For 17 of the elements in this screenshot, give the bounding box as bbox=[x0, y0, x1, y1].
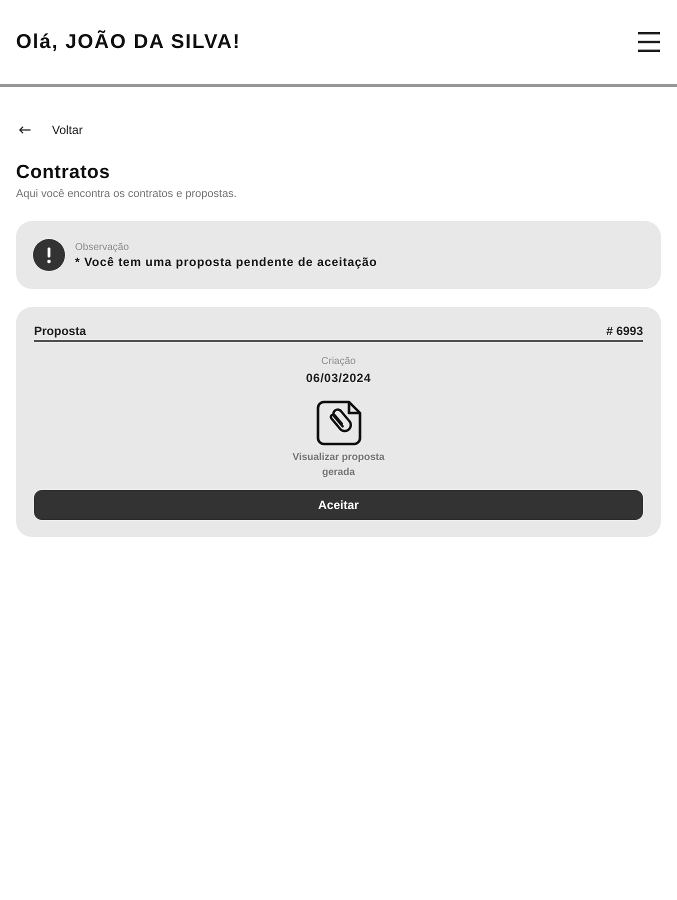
page-subtitle: Aqui você encontra os contratos e propostas. bbox=[16, 187, 238, 201]
date-label: Criação bbox=[321, 355, 356, 368]
notice-label: Observação bbox=[75, 240, 130, 254]
paperclip-document-icon bbox=[316, 400, 362, 446]
menu-icon bbox=[638, 31, 660, 53]
exclamation-icon bbox=[33, 239, 65, 271]
menu-button[interactable] bbox=[638, 31, 660, 53]
back-arrow-icon bbox=[19, 126, 31, 134]
back-link[interactable]: Voltar bbox=[16, 123, 83, 137]
notice-message: * Você tem uma proposta pendente de aceitação bbox=[75, 254, 378, 270]
date-value: 06/03/2024 bbox=[306, 371, 372, 386]
greeting-title: Olá, JOÃO DA SILVA! bbox=[16, 30, 241, 54]
proposal-number: # 6993 bbox=[606, 324, 643, 339]
proposal-title: Proposta bbox=[34, 324, 86, 339]
document-link[interactable]: Visualizar proposta gerada bbox=[282, 400, 394, 480]
page-title: Contratos bbox=[16, 161, 112, 185]
accept-button[interactable]: Aceitar bbox=[34, 490, 643, 520]
